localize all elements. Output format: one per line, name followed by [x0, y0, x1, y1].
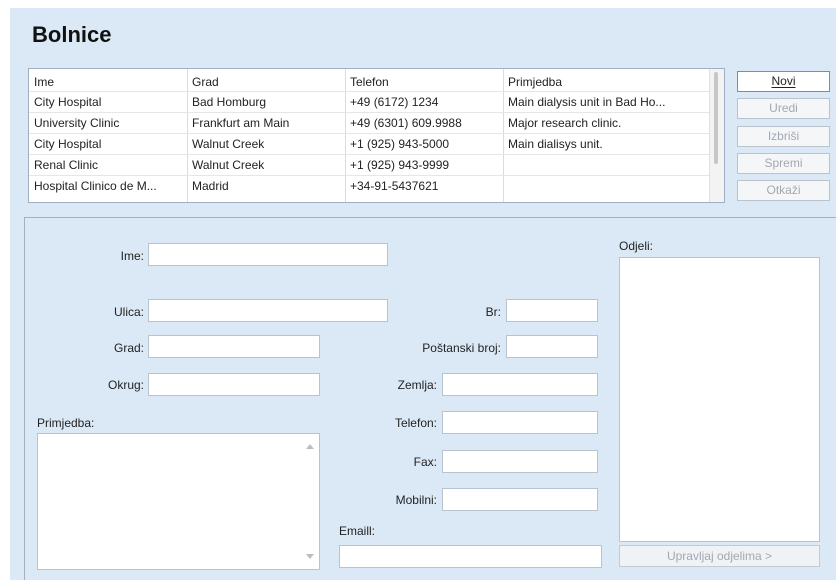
- cell-grad: Madrid: [192, 179, 229, 193]
- cell-ime: University Clinic: [34, 116, 120, 130]
- ulica-label: Ulica:: [113, 305, 144, 319]
- telefon-input[interactable]: [442, 411, 598, 434]
- cell-grad: Walnut Creek: [192, 137, 265, 151]
- grad-label: Grad:: [113, 341, 144, 355]
- odjeli-label: Odjeli:: [619, 239, 654, 253]
- cell-grad: Frankfurt am Main: [192, 116, 290, 130]
- page-title: Bolnice: [32, 22, 112, 47]
- manage-departments-button[interactable]: Upravljaj odjelima >: [619, 545, 820, 567]
- table-row[interactable]: City Hospital Walnut Creek +1 (925) 943-…: [29, 136, 709, 153]
- cell-telefon: +1 (925) 943-5000: [350, 137, 450, 151]
- edit-button[interactable]: Uredi: [737, 98, 830, 119]
- cell-primjedba: [503, 157, 709, 174]
- cell-telefon: +49 (6301) 609.9988: [350, 116, 462, 130]
- postanski-broj-label: Poštanski broj:: [422, 341, 501, 355]
- edit-button-label: Uredi: [769, 101, 798, 115]
- departments-list[interactable]: [619, 257, 820, 542]
- okrug-input[interactable]: [148, 373, 320, 396]
- mobilni-label: Mobilni:: [395, 493, 437, 507]
- primjedba-label: Primjedba:: [37, 416, 95, 430]
- scroll-down-arrow-icon[interactable]: [306, 554, 314, 559]
- br-label: Br:: [485, 305, 501, 319]
- primjedba-textarea[interactable]: [37, 433, 320, 570]
- cell-primjedba: Main dialisys unit.: [508, 137, 603, 151]
- table-row[interactable]: Renal Clinic Walnut Creek +1 (925) 943-9…: [29, 157, 709, 174]
- cell-grad: Walnut Creek: [192, 158, 265, 172]
- okrug-label: Okrug:: [107, 378, 144, 392]
- hospitals-table[interactable]: Ime Grad Telefon Primjedba City Hospital…: [28, 68, 725, 203]
- fax-input[interactable]: [442, 450, 598, 473]
- save-button[interactable]: Spremi: [737, 153, 830, 174]
- row-divider: [29, 112, 709, 113]
- cell-primjedba: [503, 178, 709, 195]
- row-divider: [29, 133, 709, 134]
- fax-label: Fax:: [413, 455, 437, 469]
- email-label: Emaill:: [339, 524, 376, 538]
- table-row[interactable]: City Hospital Bad Homburg +49 (6172) 123…: [29, 94, 709, 111]
- email-input[interactable]: [339, 545, 602, 568]
- column-header-grad[interactable]: Grad: [187, 74, 345, 91]
- ulica-input[interactable]: [148, 299, 388, 322]
- scrollbar-thumb[interactable]: [714, 72, 718, 164]
- cancel-button[interactable]: Otkaži: [737, 180, 830, 201]
- cell-telefon: +34-91-5437621: [350, 179, 439, 193]
- postanski-broj-input[interactable]: [506, 335, 598, 358]
- cell-primjedba: Major research clinic.: [508, 116, 622, 130]
- cell-ime: Renal Clinic: [34, 158, 99, 172]
- table-header-row: Ime Grad Telefon Primjedba: [29, 74, 709, 91]
- table-scrollbar[interactable]: [709, 69, 724, 202]
- zemlja-label: Zemlja:: [397, 378, 437, 392]
- column-header-primjedba[interactable]: Primjedba: [503, 74, 709, 91]
- cell-ime: City Hospital: [34, 137, 102, 151]
- cell-telefon: +49 (6172) 1234: [350, 95, 439, 109]
- grad-input[interactable]: [148, 335, 320, 358]
- table-row[interactable]: University Clinic Frankfurt am Main +49 …: [29, 115, 709, 132]
- cell-grad: Bad Homburg: [192, 95, 267, 109]
- telefon-label: Telefon:: [394, 416, 437, 430]
- ime-label: Ime:: [120, 249, 144, 263]
- cell-telefon: +1 (925) 943-9999: [350, 158, 450, 172]
- table-row[interactable]: Hospital Clinico de M... Madrid +34-91-5…: [29, 178, 709, 195]
- column-header-telefon[interactable]: Telefon: [345, 74, 503, 91]
- row-divider: [29, 175, 709, 176]
- cell-ime: City Hospital: [34, 95, 102, 109]
- delete-button-label: Izbriši: [767, 129, 800, 143]
- new-button[interactable]: Novi: [737, 71, 830, 92]
- new-button-label: Novi: [771, 74, 796, 88]
- br-input[interactable]: [506, 299, 598, 322]
- ime-input[interactable]: [148, 243, 388, 266]
- mobilni-input[interactable]: [442, 488, 598, 511]
- zemlja-input[interactable]: [442, 373, 598, 396]
- cancel-button-label: Otkaži: [766, 183, 801, 197]
- scroll-up-arrow-icon[interactable]: [306, 444, 314, 449]
- column-header-ime[interactable]: Ime: [29, 74, 187, 91]
- save-button-label: Spremi: [764, 156, 803, 170]
- row-divider: [29, 154, 709, 155]
- cell-ime: Hospital Clinico de M...: [34, 179, 157, 193]
- row-divider: [29, 91, 709, 92]
- delete-button[interactable]: Izbriši: [737, 126, 830, 147]
- cell-primjedba: Main dialysis unit in Bad Ho...: [508, 95, 666, 109]
